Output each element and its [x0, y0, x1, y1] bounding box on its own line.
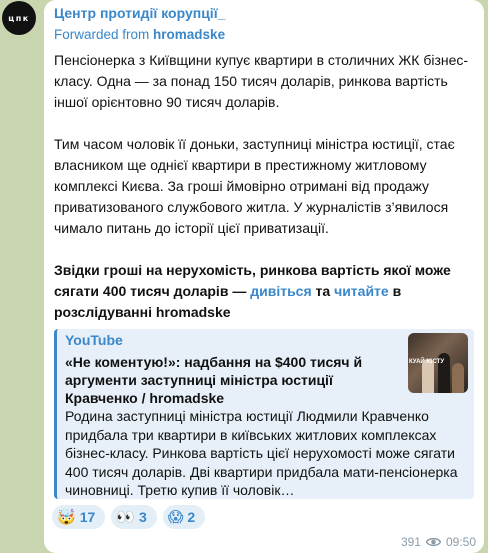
reaction-count: 2 — [187, 509, 196, 525]
preview-thumbnail[interactable]: КУАЙ ЮСТУ — [408, 333, 468, 393]
channel-avatar[interactable]: цпк — [2, 1, 36, 35]
avatar-text: цпк — [8, 13, 30, 23]
forwarded-line[interactable]: Forwarded from hromadske — [54, 27, 225, 42]
preview-site-name: YouTube — [65, 332, 123, 348]
message-paragraph-2: Тим часом чоловік її доньки, заступниці … — [54, 136, 455, 236]
forwarded-source[interactable]: hromadske — [153, 27, 225, 42]
eyes-icon: 👀 — [116, 508, 135, 526]
preview-title: «Не коментую!»: надбання на $400 тисяч й… — [65, 354, 363, 406]
thumbnail-figure — [452, 363, 464, 393]
message-text: Пенсіонерка з Київщини купує квартири в … — [54, 50, 474, 323]
link-preview[interactable]: YouTube «Не коментую!»: надбання на $400… — [54, 329, 474, 499]
message-paragraph-1: Пенсіонерка з Київщини купує квартири в … — [54, 52, 469, 110]
message-bubble: Центр протидії корупції_ Forwarded from … — [44, 0, 484, 553]
view-count: 391 — [400, 535, 421, 549]
scream-icon: 😱 — [167, 508, 184, 526]
reaction-count: 17 — [79, 509, 96, 525]
reaction-exploding-head[interactable]: 🤯 17 — [52, 505, 106, 529]
message-meta: 391 09:50 — [401, 535, 476, 549]
thumbnail-caption: КУАЙ ЮСТУ — [409, 359, 445, 365]
channel-name[interactable]: Центр протидії корупції_ — [54, 5, 225, 21]
read-link[interactable]: читайте — [334, 283, 389, 299]
preview-description: Родина заступниці міністра юстиції Людми… — [65, 408, 458, 498]
exploding-head-icon: 🤯 — [57, 508, 76, 526]
reaction-scream[interactable]: 😱 2 — [162, 505, 206, 529]
reaction-eyes[interactable]: 👀 3 — [111, 505, 157, 529]
message-paragraph-3: Звідки гроші на нерухомість, ринкова вар… — [54, 260, 474, 323]
p3-mid: та — [311, 283, 335, 299]
eye-icon — [425, 537, 441, 547]
forwarded-prefix: Forwarded from — [54, 27, 150, 42]
reaction-count: 3 — [138, 509, 147, 525]
watch-link[interactable]: дивіться — [250, 283, 311, 299]
message-time: 09:50 — [445, 535, 476, 549]
reactions-bar: 🤯 17 👀 3 😱 2 — [52, 505, 206, 529]
